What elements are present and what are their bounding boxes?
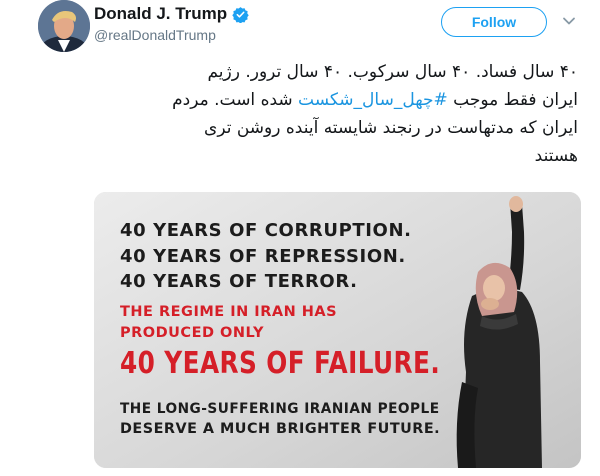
tweet-line: ۴۰ سال فساد. ۴۰ سال سرکوب. ۴۰ سال ترور. … (207, 62, 578, 82)
poster-line: THE LONG-SUFFERING IRANIAN PEOPLE (120, 401, 440, 417)
poster-line: PRODUCED ONLY (120, 325, 265, 341)
hashtag-link[interactable]: #چهل_سال_شکست (298, 90, 448, 110)
poster-line: 40 YEARS OF REPRESSION. (120, 246, 406, 267)
author-handle[interactable]: @realDonaldTrump (94, 27, 216, 43)
tweet-line: ایران که مدتهاست در رنجند شایسته آینده ر… (204, 118, 578, 138)
tweet-line: ایران فقط موجب #چهل_سال_شکست شده است. مر… (90, 86, 578, 114)
poster-line: DESERVE A MUCH BRIGHTER FUTURE. (120, 421, 441, 437)
verified-badge-icon (232, 6, 249, 23)
poster-line: 40 YEARS OF CORRUPTION. (120, 220, 412, 241)
follow-button[interactable]: Follow (441, 7, 547, 37)
avatar[interactable] (38, 0, 90, 52)
poster-line: THE REGIME IN IRAN HAS (120, 304, 338, 320)
chevron-down-icon[interactable] (561, 13, 577, 29)
tweet-media-image[interactable]: 40 YEARS OF CORRUPTION. 40 YEARS OF REPR… (94, 192, 581, 468)
tweet-text: ۴۰ سال فساد. ۴۰ سال سرکوب. ۴۰ سال ترور. … (90, 58, 578, 170)
poster-headline: 40 YEARS OF FAILURE. (120, 346, 441, 381)
tweet-line: هستند (534, 146, 578, 166)
tweet-text-segment: ایران فقط موجب (447, 90, 578, 110)
display-name-text[interactable]: Donald J. Trump (94, 4, 227, 24)
profile-photo (38, 0, 90, 52)
author-name[interactable]: Donald J. Trump (94, 4, 249, 24)
poster-line: 40 YEARS OF TERROR. (120, 271, 358, 292)
tweet-text-segment: شده است. مردم (172, 90, 299, 110)
